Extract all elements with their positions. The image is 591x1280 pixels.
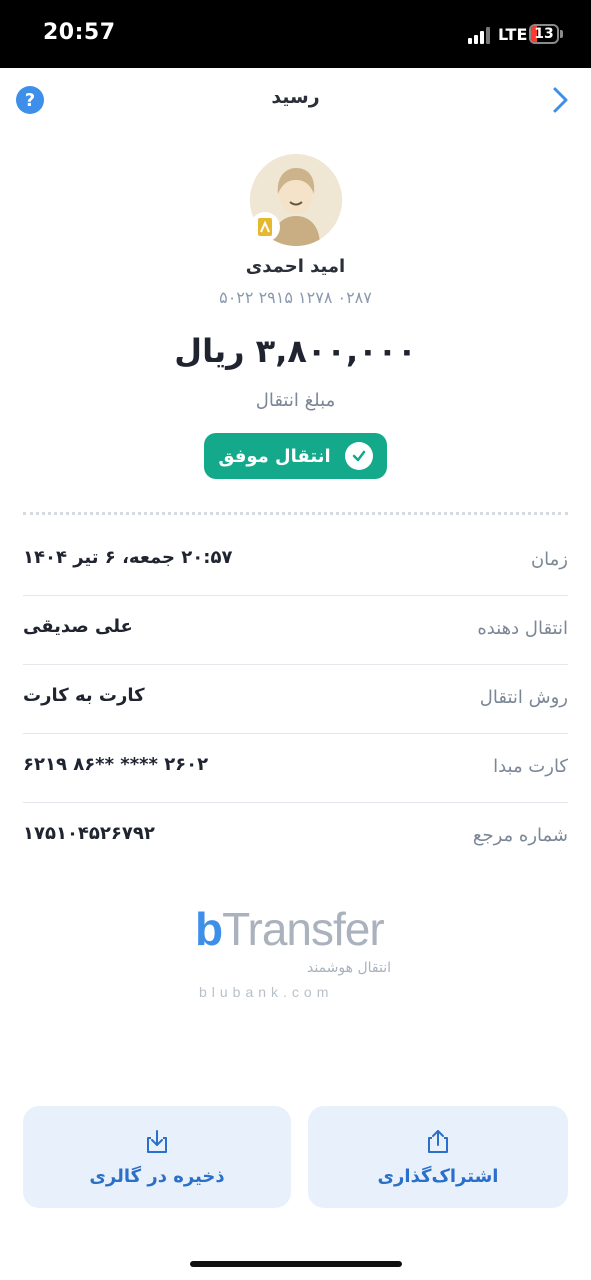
status-time: 20:57: [43, 20, 116, 45]
bank-badge-icon: [250, 212, 280, 242]
save-to-gallery-button[interactable]: ذخیره در گالری: [23, 1106, 291, 1208]
home-indicator: [190, 1261, 402, 1267]
brand-name: bTransfer: [195, 903, 385, 955]
recipient-name: امید احمدی: [245, 256, 346, 277]
detail-row-method: روش انتقال کارت به کارت: [23, 665, 568, 734]
transfer-amount: ۳,۸۰۰,۰۰۰ ریال: [174, 332, 417, 370]
save-button-label: ذخیره در گالری: [89, 1165, 225, 1187]
detail-value: علی صدیقی: [23, 616, 133, 637]
battery-icon: 13: [529, 24, 559, 44]
detail-label: انتقال دهنده: [477, 618, 568, 639]
page-title: رسید: [271, 86, 320, 108]
detail-label: شماره مرجع: [472, 825, 568, 846]
check-icon: [344, 442, 373, 470]
detail-value: کارت به کارت: [23, 685, 145, 706]
status-badge: انتقال موفق: [204, 433, 387, 479]
download-icon: [147, 1129, 167, 1153]
btransfer-logo: bTransfer انتقال هوشمند blubank.com: [195, 900, 395, 1010]
recipient-card-number: ۵۰۲۲ ۲۹۱۵ ۱۲۷۸ ۰۲۸۷: [219, 288, 372, 307]
detail-value: ۲۰:۵۷ جمعه، ۶ تیر ۱۴۰۴: [23, 547, 233, 568]
divider: [23, 512, 568, 515]
signal-icon: [468, 27, 490, 44]
battery-cap: [560, 30, 563, 38]
amount-label: مبلغ انتقال: [255, 390, 336, 411]
detail-value: ۱۷۵۱۰۴۵۲۶۷۹۲: [23, 823, 155, 844]
network-type: LTE: [498, 25, 528, 44]
brand-tagline: انتقال هوشمند: [307, 960, 391, 976]
detail-row-reference: شماره مرجع ۱۷۵۱۰۴۵۲۶۷۹۲: [23, 803, 568, 872]
detail-row-sender: انتقال دهنده علی صدیقی: [23, 596, 568, 665]
detail-label: روش انتقال: [479, 687, 568, 708]
detail-label: کارت مبدا: [493, 756, 568, 777]
share-button-label: اشتراک‌گذاری: [377, 1165, 499, 1187]
share-icon: [428, 1129, 448, 1153]
share-button[interactable]: اشتراک‌گذاری: [308, 1106, 568, 1208]
status-bar: 20:57 LTE 13: [0, 0, 591, 68]
detail-row-time: زمان ۲۰:۵۷ جمعه، ۶ تیر ۱۴۰۴: [23, 527, 568, 596]
chevron-right-icon[interactable]: [548, 85, 572, 115]
status-label: انتقال موفق: [218, 445, 331, 467]
battery-level: 13: [534, 26, 554, 42]
brand-url: blubank.com: [199, 984, 334, 1000]
detail-row-source-card: کارت مبدا ۶۲۱۹ ۸۶** **** ۲۶۰۲: [23, 734, 568, 803]
detail-label: زمان: [530, 549, 568, 570]
detail-value: ۶۲۱۹ ۸۶** **** ۲۶۰۲: [23, 754, 209, 775]
